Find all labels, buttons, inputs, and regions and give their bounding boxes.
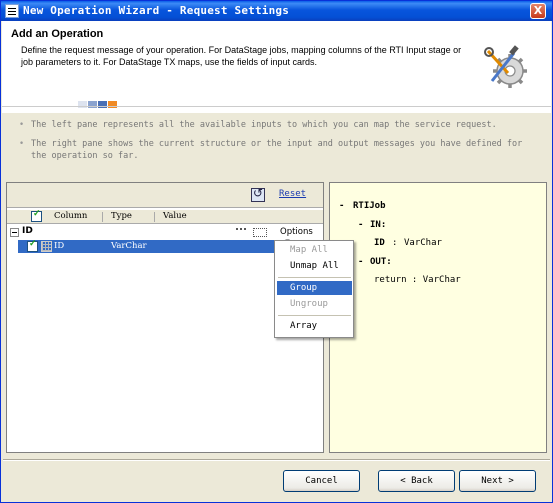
- title-bar[interactable]: New Operation Wizard - Request Settings …: [1, 1, 552, 21]
- column-divider[interactable]: [102, 212, 103, 222]
- menu-item-map-all[interactable]: Map All: [277, 243, 352, 257]
- menu-item-group[interactable]: Group: [277, 281, 352, 295]
- header-divider: [2, 106, 551, 107]
- page-title: Add an Operation: [11, 28, 104, 40]
- menu-item-array[interactable]: Array: [277, 319, 352, 333]
- tree-in-field-name[interactable]: ID: [374, 238, 385, 248]
- tree-in-field-sep: :: [392, 238, 398, 248]
- column-header-type[interactable]: Type: [111, 211, 132, 221]
- close-button[interactable]: X: [530, 3, 546, 19]
- info-line: The right pane shows the current structu…: [15, 138, 535, 162]
- gear-tools-icon: [484, 45, 527, 88]
- row-checkbox[interactable]: [27, 239, 38, 252]
- row-type-cell: VarChar: [111, 241, 147, 251]
- group-row: ID Options ▾: [7, 226, 323, 247]
- column-header-value[interactable]: Value: [163, 211, 187, 221]
- collapse-icon[interactable]: [10, 228, 19, 237]
- refresh-icon[interactable]: [251, 186, 265, 202]
- window-title: New Operation Wizard - Request Settings: [23, 4, 290, 17]
- page-description: Define the request message of your opera…: [21, 45, 462, 67]
- options-label: Options: [280, 227, 313, 237]
- menu-separator: [278, 315, 351, 316]
- menu-separator: [278, 277, 351, 278]
- filter-icon[interactable]: [236, 228, 246, 237]
- collapse-mark[interactable]: -: [358, 220, 363, 230]
- group-label: ID: [22, 226, 33, 236]
- tree-out-field[interactable]: return : VarChar: [374, 275, 461, 285]
- structure-pane: - RTIJob - IN: ID : VarChar - OUT: retur…: [329, 182, 547, 453]
- cancel-button[interactable]: Cancel: [283, 470, 360, 492]
- tree-in-node[interactable]: IN:: [370, 220, 386, 230]
- collapse-mark[interactable]: -: [339, 201, 344, 211]
- column-divider[interactable]: [154, 212, 155, 222]
- options-context-menu: Map All Unmap All Group Ungroup Array: [274, 240, 354, 338]
- grid-icon: [41, 241, 52, 252]
- row-column-cell: ID: [54, 241, 65, 251]
- footer-divider: [3, 459, 550, 461]
- collapse-mark[interactable]: -: [358, 257, 363, 267]
- column-header-column[interactable]: Column: [54, 211, 87, 221]
- info-area: The left pane represents all the availab…: [15, 119, 535, 169]
- wizard-header: Add an Operation Define the request mess…: [2, 21, 551, 113]
- info-line: The left pane represents all the availab…: [15, 119, 535, 131]
- back-button[interactable]: < Back: [378, 470, 455, 492]
- window-icon: [5, 4, 19, 18]
- menu-item-unmap-all[interactable]: Unmap All: [277, 259, 352, 273]
- next-button[interactable]: Next >: [459, 470, 536, 492]
- wizard-window: New Operation Wizard - Request Settings …: [0, 0, 553, 503]
- inputs-toolbar: Reset: [7, 183, 323, 208]
- tree-root[interactable]: RTIJob: [353, 201, 386, 211]
- reset-link[interactable]: Reset: [279, 189, 306, 199]
- tree-out-node[interactable]: OUT:: [370, 257, 392, 267]
- tree-in-field-type: VarChar: [404, 238, 442, 248]
- layout-icon[interactable]: [253, 228, 267, 237]
- select-all-checkbox[interactable]: [31, 209, 42, 222]
- menu-item-ungroup[interactable]: Ungroup: [277, 297, 352, 311]
- column-header-row: Column Type Value: [7, 209, 323, 224]
